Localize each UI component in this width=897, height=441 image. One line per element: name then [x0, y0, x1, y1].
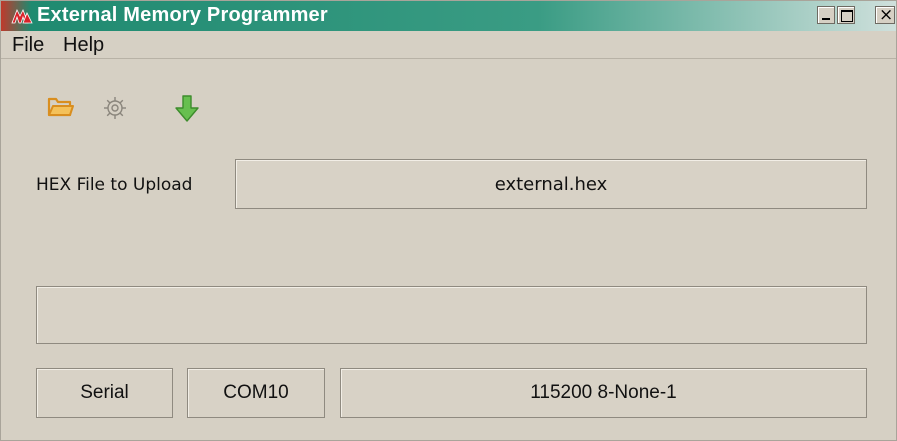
download-arrow-icon [175, 95, 199, 122]
gear-icon [104, 97, 126, 119]
folder-open-icon [47, 97, 74, 117]
serial-settings-button[interactable]: 115200 8-None-1 [340, 368, 867, 418]
window-title: External Memory Programmer [37, 4, 328, 26]
minimize-button[interactable] [817, 6, 835, 24]
maximize-button[interactable] [837, 6, 855, 24]
title-bar[interactable]: External Memory Programmer × [1, 1, 896, 31]
menu-bar: File Help [1, 31, 896, 59]
connection-type-button[interactable]: Serial [36, 368, 173, 418]
com-port-button[interactable]: COM10 [187, 368, 325, 418]
hex-file-field[interactable]: external.hex [235, 159, 867, 209]
microchip-logo-icon [11, 9, 33, 24]
menu-file[interactable]: File [12, 34, 44, 57]
open-file-button[interactable] [46, 94, 78, 126]
main-window: External Memory Programmer × File Help H… [0, 0, 897, 441]
menu-help[interactable]: Help [63, 34, 104, 57]
upload-button[interactable] [173, 94, 205, 126]
hex-file-label: HEX File to Upload [36, 175, 193, 195]
close-button[interactable]: × [875, 5, 895, 25]
close-icon: × [879, 5, 894, 25]
settings-button[interactable] [101, 94, 133, 126]
status-panel [36, 286, 867, 344]
